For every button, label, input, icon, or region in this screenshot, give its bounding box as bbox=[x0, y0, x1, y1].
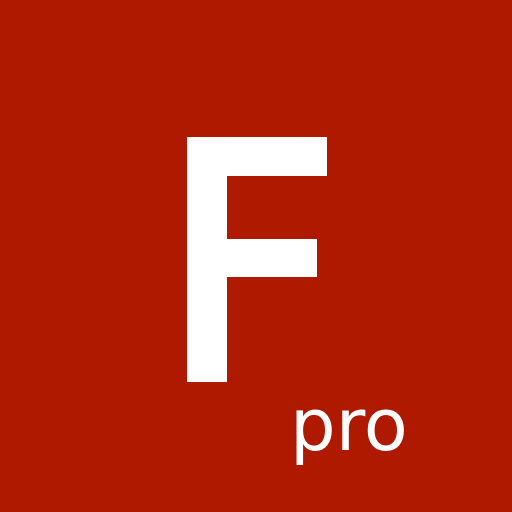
pro-label: pro bbox=[290, 383, 408, 467]
letter-f-top-bar bbox=[187, 137, 327, 176]
letter-f-middle-bar bbox=[187, 239, 317, 277]
app-icon[interactable]: pro bbox=[0, 0, 512, 512]
letter-f-logo bbox=[187, 137, 327, 382]
